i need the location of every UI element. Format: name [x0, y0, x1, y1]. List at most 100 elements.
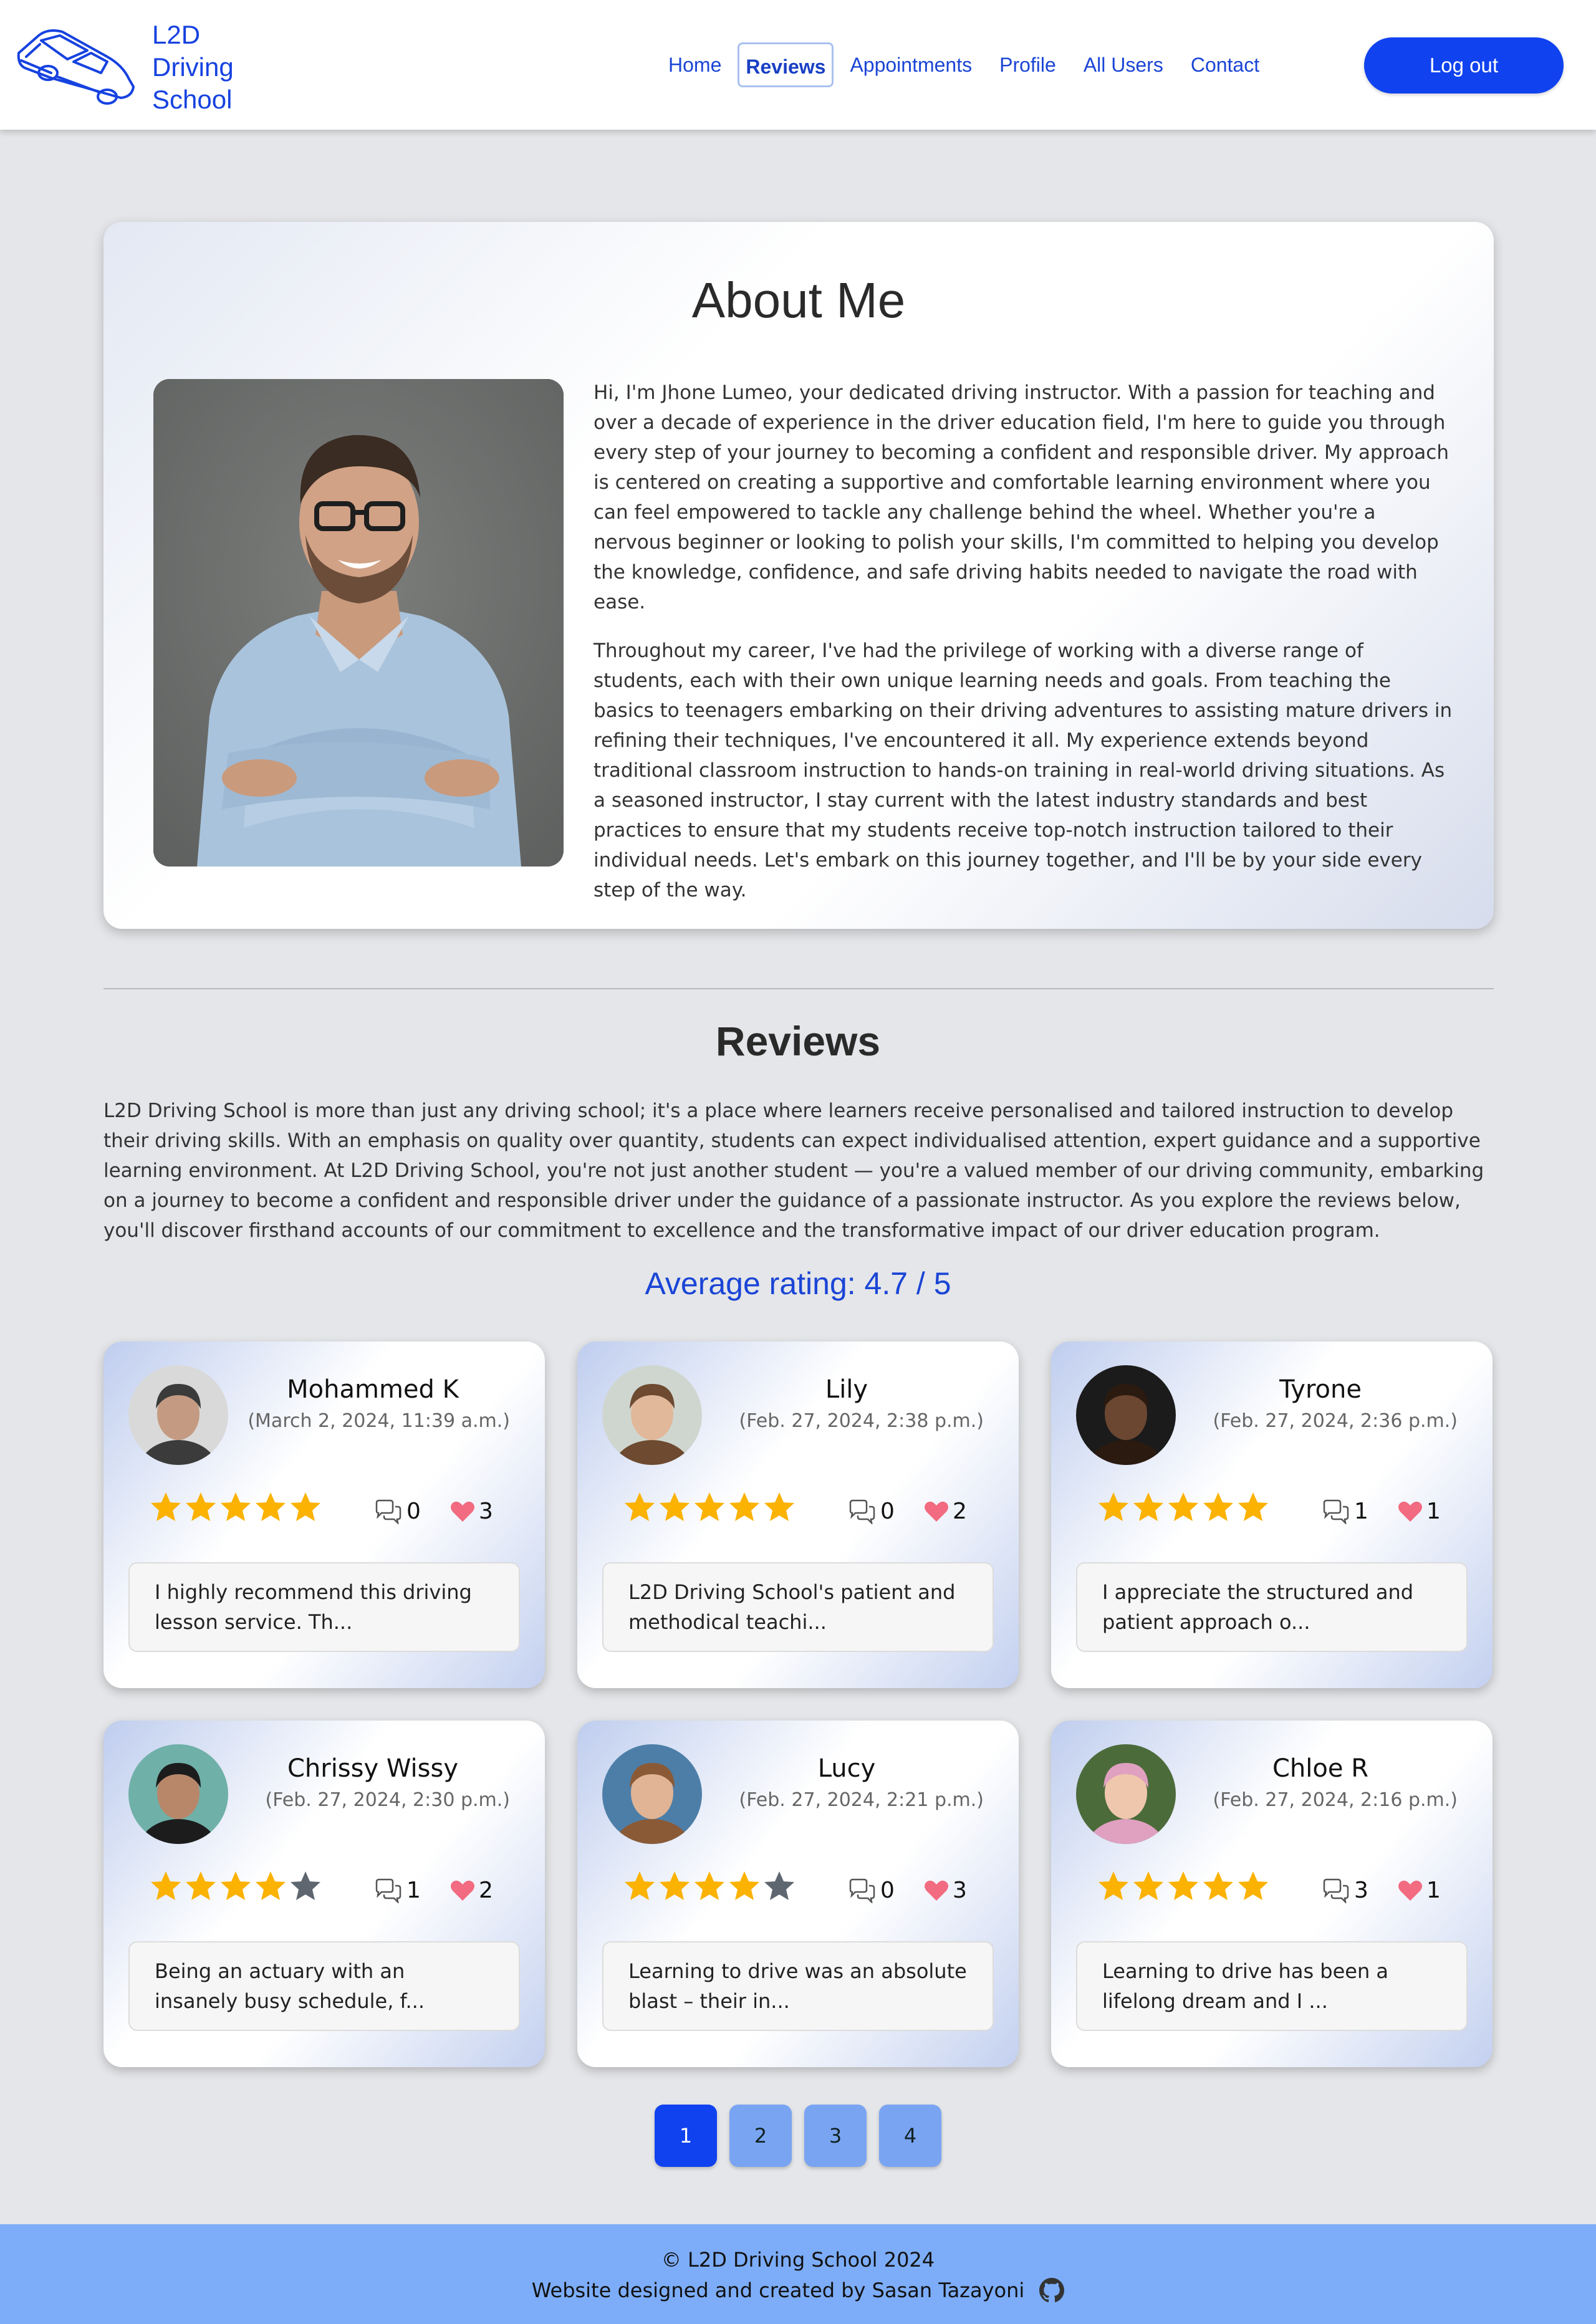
comments-count-value: 0 — [880, 1499, 895, 1524]
reviewer-avatar — [128, 1744, 228, 1844]
star-filled-icon — [1133, 1492, 1163, 1521]
review-card-tyrone[interactable]: Tyrone (Feb. 27, 2024, 2:36 p.m.) 1 1 I … — [1051, 1342, 1493, 1688]
page-3-button[interactable]: 3 — [804, 2105, 867, 2167]
likes-count-value: 2 — [953, 1499, 967, 1524]
logout-button[interactable]: Log out — [1364, 37, 1564, 94]
comments-icon — [849, 1499, 875, 1524]
brand-line-2: Driving — [152, 52, 234, 82]
page-4-button[interactable]: 4 — [879, 2105, 941, 2167]
star-filled-icon — [660, 1492, 690, 1521]
star-empty-icon — [764, 1871, 794, 1900]
review-excerpt[interactable]: I appreciate the structured and patient … — [1076, 1562, 1468, 1652]
likes-count-value: 1 — [1426, 1499, 1441, 1524]
nav-appointments[interactable]: Appointments — [836, 42, 986, 87]
likes-count[interactable]: 3 — [924, 1878, 967, 1903]
comments-icon — [1323, 1499, 1349, 1524]
review-card-lucy[interactable]: Lucy (Feb. 27, 2024, 2:21 p.m.) 0 3 Lear… — [577, 1721, 1019, 2067]
likes-count-value: 3 — [479, 1499, 493, 1524]
reviewer-name: Tyrone — [1279, 1375, 1362, 1404]
star-filled-icon — [1168, 1492, 1198, 1521]
heart-icon — [1398, 1501, 1422, 1522]
comments-count[interactable]: 3 — [1322, 1878, 1368, 1903]
review-date: (Feb. 27, 2024, 2:21 p.m.) — [739, 1789, 984, 1811]
car-logo-icon — [17, 29, 135, 105]
star-filled-icon — [625, 1871, 655, 1900]
star-filled-icon — [660, 1871, 690, 1900]
nav-reviews[interactable]: Reviews — [738, 42, 834, 87]
star-filled-icon — [256, 1492, 286, 1521]
star-empty-icon — [291, 1871, 320, 1900]
likes-count[interactable]: 2 — [924, 1499, 967, 1524]
likes-count[interactable]: 1 — [1398, 1878, 1441, 1903]
review-date: (March 2, 2024, 11:39 a.m.) — [248, 1410, 510, 1432]
instructor-photo — [153, 379, 564, 867]
reviewer-name: Mohammed K — [287, 1375, 459, 1404]
review-date: (Feb. 27, 2024, 2:16 p.m.) — [1213, 1789, 1458, 1811]
footer-credit-text: Website designed and created by Sasan Ta… — [531, 2278, 1025, 2302]
review-excerpt[interactable]: Being an actuary with an insanely busy s… — [128, 1941, 520, 2031]
instructor-portrait-image — [153, 379, 564, 867]
page-1-button[interactable]: 1 — [655, 2105, 717, 2167]
reviewer-name: Chrissy Wissy — [287, 1754, 459, 1783]
brand-line-3: School — [152, 85, 233, 114]
comments-count[interactable]: 0 — [848, 1878, 895, 1903]
review-excerpt[interactable]: I highly recommend this driving lesson s… — [128, 1562, 520, 1652]
about-paragraph-1: Hi, I'm Jhone Lumeo, your dedicated driv… — [594, 382, 1449, 613]
brand-link[interactable]: L2D Driving School — [14, 19, 234, 116]
review-card-chrissy-wissy[interactable]: Chrissy Wissy (Feb. 27, 2024, 2:30 p.m.)… — [103, 1721, 545, 2067]
likes-count-value: 3 — [953, 1878, 967, 1903]
review-excerpt[interactable]: L2D Driving School's patient and methodi… — [602, 1562, 994, 1652]
star-filled-icon — [695, 1871, 724, 1900]
review-card-mohammed-k[interactable]: Mohammed K (March 2, 2024, 11:39 a.m.) 0… — [103, 1342, 545, 1688]
comments-count[interactable]: 1 — [1322, 1499, 1368, 1524]
likes-count[interactable]: 2 — [450, 1878, 493, 1903]
likes-count-value: 2 — [479, 1878, 493, 1903]
reviewer-name: Lily — [825, 1375, 868, 1404]
comments-count-value: 1 — [1354, 1499, 1368, 1524]
star-filled-icon — [729, 1492, 759, 1521]
brand-line-1: L2D — [152, 20, 201, 49]
github-icon[interactable] — [1039, 2278, 1065, 2303]
review-card-lily[interactable]: Lily (Feb. 27, 2024, 2:38 p.m.) 0 2 L2D … — [577, 1342, 1019, 1688]
comments-count[interactable]: 0 — [848, 1499, 895, 1524]
comments-count[interactable]: 0 — [374, 1499, 421, 1524]
reviews-title: Reviews — [715, 1018, 881, 1064]
reviewer-name: Chloe R — [1272, 1754, 1368, 1783]
review-date: (Feb. 27, 2024, 2:30 p.m.) — [265, 1789, 510, 1811]
star-filled-icon — [1098, 1492, 1128, 1521]
reviewer-name: Lucy — [817, 1754, 876, 1783]
nav-profile[interactable]: Profile — [986, 42, 1070, 87]
review-excerpt[interactable]: Learning to drive has been a lifelong dr… — [1076, 1941, 1468, 2031]
star-filled-icon — [1098, 1871, 1128, 1900]
likes-count[interactable]: 3 — [450, 1499, 493, 1524]
comments-icon — [375, 1878, 401, 1903]
heart-icon — [925, 1880, 948, 1901]
star-filled-icon — [1168, 1871, 1198, 1900]
navbar: L2D Driving School Home Reviews Appointm… — [0, 0, 1596, 130]
nav-all-users[interactable]: All Users — [1070, 42, 1177, 87]
reviewer-avatar — [1076, 1365, 1176, 1465]
rating-stars — [623, 1870, 798, 1901]
star-filled-icon — [764, 1492, 794, 1521]
likes-count[interactable]: 1 — [1398, 1499, 1441, 1524]
footer-credit: Website designed and created by Sasan Ta… — [0, 2278, 1596, 2303]
page-2-button[interactable]: 2 — [729, 2105, 792, 2167]
comments-count[interactable]: 1 — [374, 1878, 421, 1903]
review-date: (Feb. 27, 2024, 2:38 p.m.) — [739, 1410, 984, 1432]
star-filled-icon — [1133, 1871, 1163, 1900]
comments-count-value: 1 — [406, 1878, 421, 1903]
comments-count-value: 0 — [880, 1878, 895, 1903]
nav-contact[interactable]: Contact — [1177, 42, 1273, 87]
reviewer-avatar — [602, 1744, 702, 1844]
review-excerpt[interactable]: Learning to drive was an absolute blast … — [602, 1941, 994, 2031]
review-card-chloe-r[interactable]: Chloe R (Feb. 27, 2024, 2:16 p.m.) 3 1 L… — [1051, 1721, 1493, 2067]
about-title: About Me — [691, 272, 906, 328]
nav-home[interactable]: Home — [655, 42, 735, 87]
footer: © L2D Driving School 2024 Website design… — [0, 2224, 1596, 2324]
reviewer-avatar — [128, 1365, 228, 1465]
star-filled-icon — [256, 1871, 286, 1900]
star-filled-icon — [186, 1871, 216, 1900]
rating-stars — [150, 1870, 324, 1901]
star-filled-icon — [151, 1871, 181, 1900]
comments-count-value: 0 — [406, 1499, 421, 1524]
